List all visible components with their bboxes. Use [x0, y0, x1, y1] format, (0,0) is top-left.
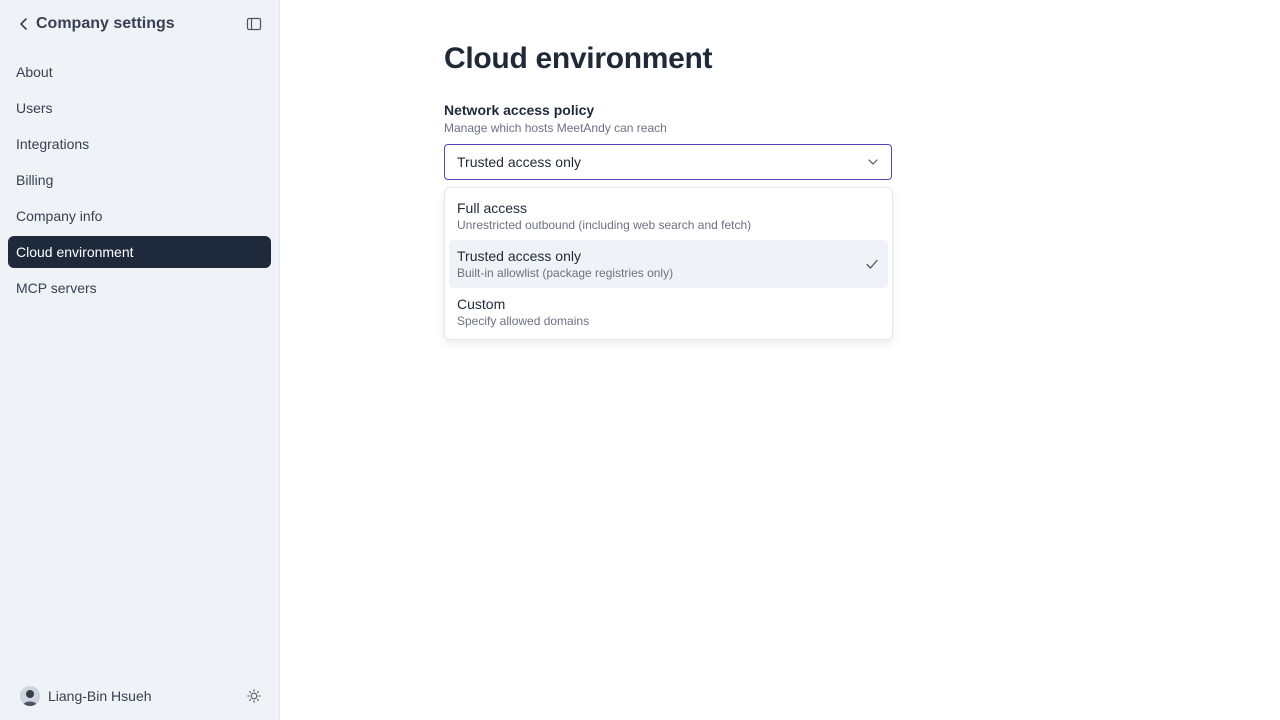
sidebar-item-users[interactable]: Users — [8, 92, 271, 124]
theme-toggle-button[interactable] — [244, 686, 264, 706]
option-description: Unrestricted outbound (including web sea… — [457, 218, 752, 232]
sidebar-item-about[interactable]: About — [8, 56, 271, 88]
option-description: Specify allowed domains — [457, 314, 590, 328]
page-title: Cloud environment — [444, 42, 713, 75]
sidebar-item-label: Billing — [16, 172, 54, 188]
option-full-access[interactable]: Full access Unrestricted outbound (inclu… — [449, 192, 888, 240]
sidebar-item-label: Cloud environment — [16, 244, 134, 260]
sidebar-item-label: About — [16, 64, 53, 80]
sidebar-footer: Liang-Bin Hsueh — [20, 684, 264, 708]
user-name[interactable]: Liang-Bin Hsueh — [48, 688, 152, 704]
sun-icon — [247, 689, 261, 703]
avatar[interactable] — [20, 686, 40, 706]
sidebar-item-label: Users — [16, 100, 53, 116]
user-avatar-icon — [20, 686, 40, 706]
option-label: Full access — [457, 200, 528, 216]
sidebar-item-mcp-servers[interactable]: MCP servers — [8, 272, 271, 304]
sidebar-title: Company settings — [36, 15, 175, 32]
sidebar-toggle-icon — [246, 17, 262, 31]
chevron-left-icon — [20, 18, 27, 30]
network-policy-hint: Manage which hosts MeetAndy can reach — [444, 121, 667, 135]
sidebar-item-integrations[interactable]: Integrations — [8, 128, 271, 160]
check-icon — [866, 259, 878, 269]
main-content: Cloud environment Network access policy … — [444, 40, 894, 180]
back-button[interactable] — [16, 12, 32, 36]
network-policy-label: Network access policy — [444, 102, 595, 118]
sidebar-item-label: Company info — [16, 208, 103, 224]
select-value: Trusted access only — [457, 154, 581, 170]
network-policy-dropdown: Full access Unrestricted outbound (inclu… — [444, 187, 893, 340]
option-label: Trusted access only — [457, 248, 581, 264]
sidebar-item-label: Integrations — [16, 136, 90, 152]
chevron-down-icon — [868, 159, 878, 165]
sidebar-item-company-info[interactable]: Company info — [8, 200, 271, 232]
sidebar-item-billing[interactable]: Billing — [8, 164, 271, 196]
sidebar: Company settings About Users Integration… — [0, 0, 280, 720]
collapse-sidebar-button[interactable] — [244, 14, 264, 34]
option-trusted-access-only[interactable]: Trusted access only Built-in allowlist (… — [449, 240, 888, 288]
option-description: Built-in allowlist (package registries o… — [457, 266, 674, 280]
sidebar-item-label: MCP servers — [16, 280, 97, 296]
option-custom[interactable]: Custom Specify allowed domains — [449, 288, 888, 336]
sidebar-header: Company settings — [16, 12, 264, 36]
option-label: Custom — [457, 296, 506, 312]
sidebar-nav: About Users Integrations Billing Company… — [8, 56, 271, 308]
network-policy-select[interactable]: Trusted access only — [444, 144, 892, 180]
sidebar-item-cloud-environment[interactable]: Cloud environment — [8, 236, 271, 268]
